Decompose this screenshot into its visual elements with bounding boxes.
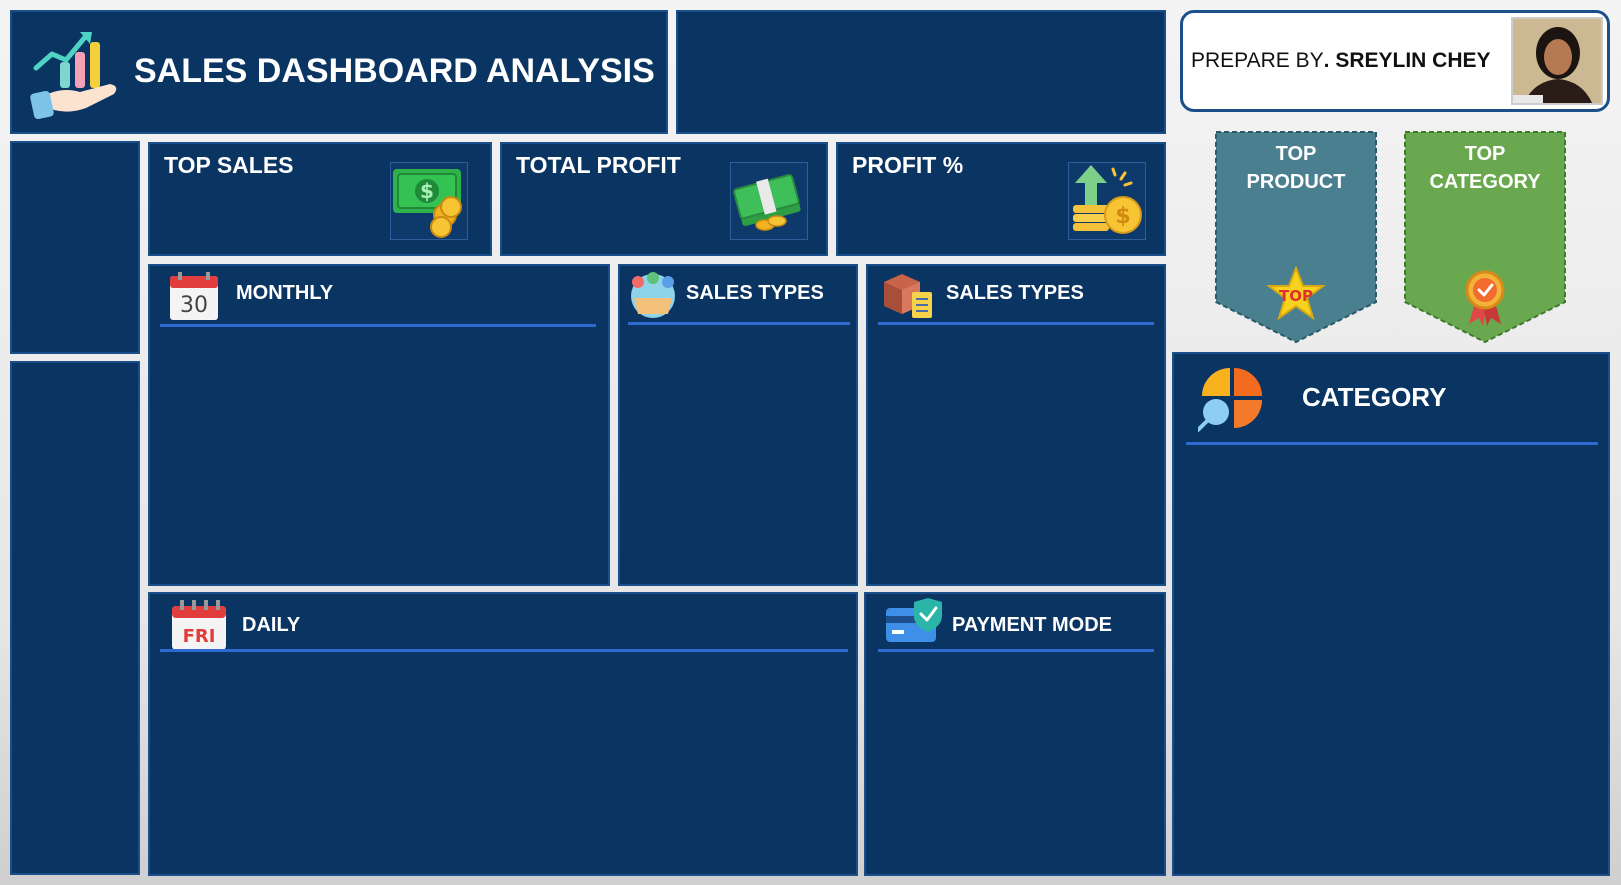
category-title: CATEGORY xyxy=(1302,382,1447,412)
calendar-icon: FRI xyxy=(172,600,226,650)
svg-text:$: $ xyxy=(420,179,434,203)
sales-types-panel-2: SALES TYPES xyxy=(866,264,1166,586)
kpi-card-top-sales: TOP SALES $ xyxy=(148,142,492,256)
category-panel: CATEGORY xyxy=(1172,352,1610,876)
author-label: PREPARE BY. SREYLIN CHEY xyxy=(1191,49,1491,73)
left-side-panel-bottom xyxy=(10,361,140,875)
kpi-card-total-profit: TOTAL PROFIT xyxy=(500,142,828,256)
cash-stack-icon xyxy=(733,174,801,231)
sales-types-title-1: SALES TYPES xyxy=(686,282,824,304)
sales-types-title-2: SALES TYPES xyxy=(946,282,1084,304)
author-prefix: PREPARE BY xyxy=(1191,49,1324,72)
top-product-line2: PRODUCT xyxy=(1246,171,1346,193)
top-product-line1: TOP xyxy=(1275,143,1317,165)
sales-types-panel-1: SALES TYPES xyxy=(618,264,858,586)
kpi-label: TOP SALES xyxy=(164,152,294,178)
kpi-icon-box: $ xyxy=(390,162,468,240)
kpi-label: TOTAL PROFIT xyxy=(516,152,681,178)
money-bill-coins-icon: $ xyxy=(393,169,462,238)
coins-arrow-up-icon: $ xyxy=(1073,165,1142,234)
award-medal-icon xyxy=(1465,270,1505,326)
section-divider xyxy=(1186,442,1598,445)
daily-title: DAILY xyxy=(242,614,301,636)
pie-chart-magnifier-icon xyxy=(1198,368,1262,432)
kpi-icon-box: $ xyxy=(1068,162,1146,240)
top-category-line2: CATEGORY xyxy=(1429,171,1541,193)
avatar xyxy=(1511,17,1603,105)
payment-mode-panel: PAYMENT MODE xyxy=(864,592,1166,876)
package-checklist-icon xyxy=(884,274,932,318)
daily-panel: FRI DAILY xyxy=(148,592,858,876)
title-panel: SALES DASHBOARD ANALYSIS xyxy=(10,10,668,134)
section-divider xyxy=(160,649,848,652)
kpi-icon-box xyxy=(730,162,808,240)
section-divider xyxy=(878,322,1154,325)
person-photo-icon xyxy=(1513,19,1601,103)
monthly-panel: 30 MONTHLY xyxy=(148,264,610,586)
dashboard-title: SALES DASHBOARD ANALYSIS xyxy=(134,52,655,90)
top-star-badge-icon: TOP xyxy=(1266,266,1326,321)
top-category-line1: TOP xyxy=(1464,143,1506,165)
growth-chart-hand-icon xyxy=(30,32,117,120)
calendar-day-text: 30 xyxy=(180,293,208,318)
left-side-panel-top xyxy=(10,141,140,354)
credit-card-shield-icon xyxy=(886,598,942,642)
section-divider xyxy=(628,322,850,325)
top-category-ribbon: TOP CATEGORY xyxy=(1403,130,1567,344)
calendar-day-text: FRI xyxy=(183,626,216,647)
sales-basket-icon xyxy=(631,272,675,318)
svg-text:$: $ xyxy=(1115,204,1130,229)
section-divider xyxy=(160,324,596,327)
payment-mode-title: PAYMENT MODE xyxy=(952,614,1113,636)
monthly-title: MONTHLY xyxy=(236,282,334,304)
calendar-icon: 30 xyxy=(170,272,218,320)
top-badge-text: TOP xyxy=(1279,287,1313,305)
author-card: PREPARE BY. SREYLIN CHEY xyxy=(1180,10,1610,112)
kpi-card-profit-percent: PROFIT % $ xyxy=(836,142,1166,256)
kpi-label: PROFIT % xyxy=(852,152,964,178)
top-product-ribbon: TOP PRODUCT TOP xyxy=(1214,130,1378,344)
author-name: . SREYLIN CHEY xyxy=(1323,49,1491,72)
header-blank-panel xyxy=(676,10,1166,134)
section-divider xyxy=(878,649,1154,652)
